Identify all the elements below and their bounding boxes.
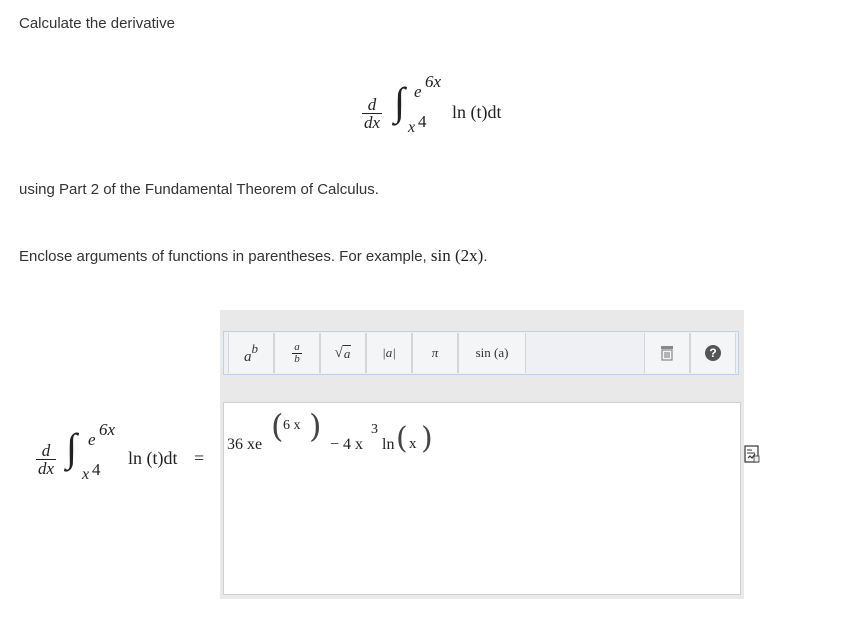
prompt-derivative-operator: d dx — [36, 441, 57, 478]
exp-content: 6 x — [283, 418, 301, 433]
prompt-lower-limit-base: x — [82, 466, 90, 483]
integrand: ln (t)dt — [452, 102, 502, 122]
pi-button[interactable]: π — [412, 333, 458, 373]
lower-limit-base: x — [408, 119, 416, 136]
fraction-button[interactable]: a b — [274, 333, 320, 373]
sqrt-button[interactable]: √ a — [320, 333, 366, 373]
fraction-num: a — [294, 340, 300, 353]
preview-button[interactable] — [744, 445, 760, 463]
answer-input[interactable]: 36 xe ( 6 x ) − 4 x 3 ln ( x ) — [223, 402, 741, 595]
ln-arg: x — [409, 436, 417, 452]
sin-button[interactable]: sin (a) — [458, 333, 526, 373]
ln-open-paren: ( — [396, 421, 408, 456]
power-base: a — [244, 348, 252, 365]
pi-icon: π — [431, 345, 439, 360]
question-heading: Calculate the derivative — [19, 15, 175, 32]
clear-button[interactable] — [644, 333, 690, 373]
hint-period: . — [483, 248, 488, 265]
fraction-den: b — [294, 352, 300, 365]
derivative-numerator: d — [367, 95, 377, 114]
derivative-operator: d dx — [362, 95, 383, 132]
derivative-denominator: dx — [364, 113, 381, 132]
answer-prompt-expression: d dx ∫ e 6x x 4 ln (t)dt = — [36, 420, 216, 490]
hint-example: sin (2x) — [430, 246, 484, 265]
x-power: 3 — [371, 422, 378, 437]
trash-icon — [661, 346, 673, 361]
math-toolbar: a b a b √ a |a| π sin (a) ? — [223, 331, 739, 375]
sqrt-arg: a — [342, 344, 352, 361]
answer-minus-term: − 4 x — [330, 436, 364, 453]
integral-sign: ∫ — [394, 79, 405, 124]
prompt-integrand: ln (t)dt — [128, 448, 178, 468]
exp-close-paren: ) — [309, 407, 322, 445]
prompt-lower-limit-exponent: 4 — [92, 460, 101, 479]
prompt-derivative-denominator: dx — [38, 459, 55, 478]
problem-expression: d dx ∫ e 6x x 4 ln (t)dt — [362, 72, 532, 142]
sin-icon: sin (a) — [475, 345, 509, 360]
power-exponent: b — [251, 341, 259, 356]
prompt-upper-limit-base: e — [88, 430, 96, 449]
help-button[interactable]: ? — [690, 333, 736, 373]
ln-label: ln — [382, 436, 395, 453]
power-button[interactable]: a b — [228, 333, 274, 373]
answer-expression: 36 xe ( 6 x ) − 4 x 3 ln ( x ) — [227, 407, 527, 467]
sqrt-icon: √ — [334, 344, 343, 361]
exp-open-paren: ( — [271, 407, 284, 445]
prompt-derivative-numerator: d — [41, 441, 51, 460]
abs-button[interactable]: |a| — [366, 333, 412, 373]
ln-close-paren: ) — [421, 421, 433, 456]
upper-limit-exponent: 6x — [425, 72, 442, 91]
help-icon: ? — [705, 345, 721, 361]
abs-icon: |a| — [382, 345, 396, 360]
preview-icon — [744, 445, 760, 463]
prompt-integral-sign: ∫ — [66, 425, 77, 470]
hint-line: Enclose arguments of functions in parent… — [19, 246, 487, 266]
equals-sign: = — [194, 448, 205, 468]
answer-coefficient: 36 xe — [227, 436, 263, 453]
lower-limit-exponent: 4 — [418, 112, 427, 131]
fraction-icon: a b — [292, 340, 302, 365]
hint-text: Enclose arguments of functions in parent… — [19, 248, 427, 265]
upper-limit-base: e — [414, 82, 422, 101]
prompt-upper-limit-exponent: 6x — [99, 420, 116, 439]
theorem-note: using Part 2 of the Fundamental Theorem … — [19, 181, 379, 198]
